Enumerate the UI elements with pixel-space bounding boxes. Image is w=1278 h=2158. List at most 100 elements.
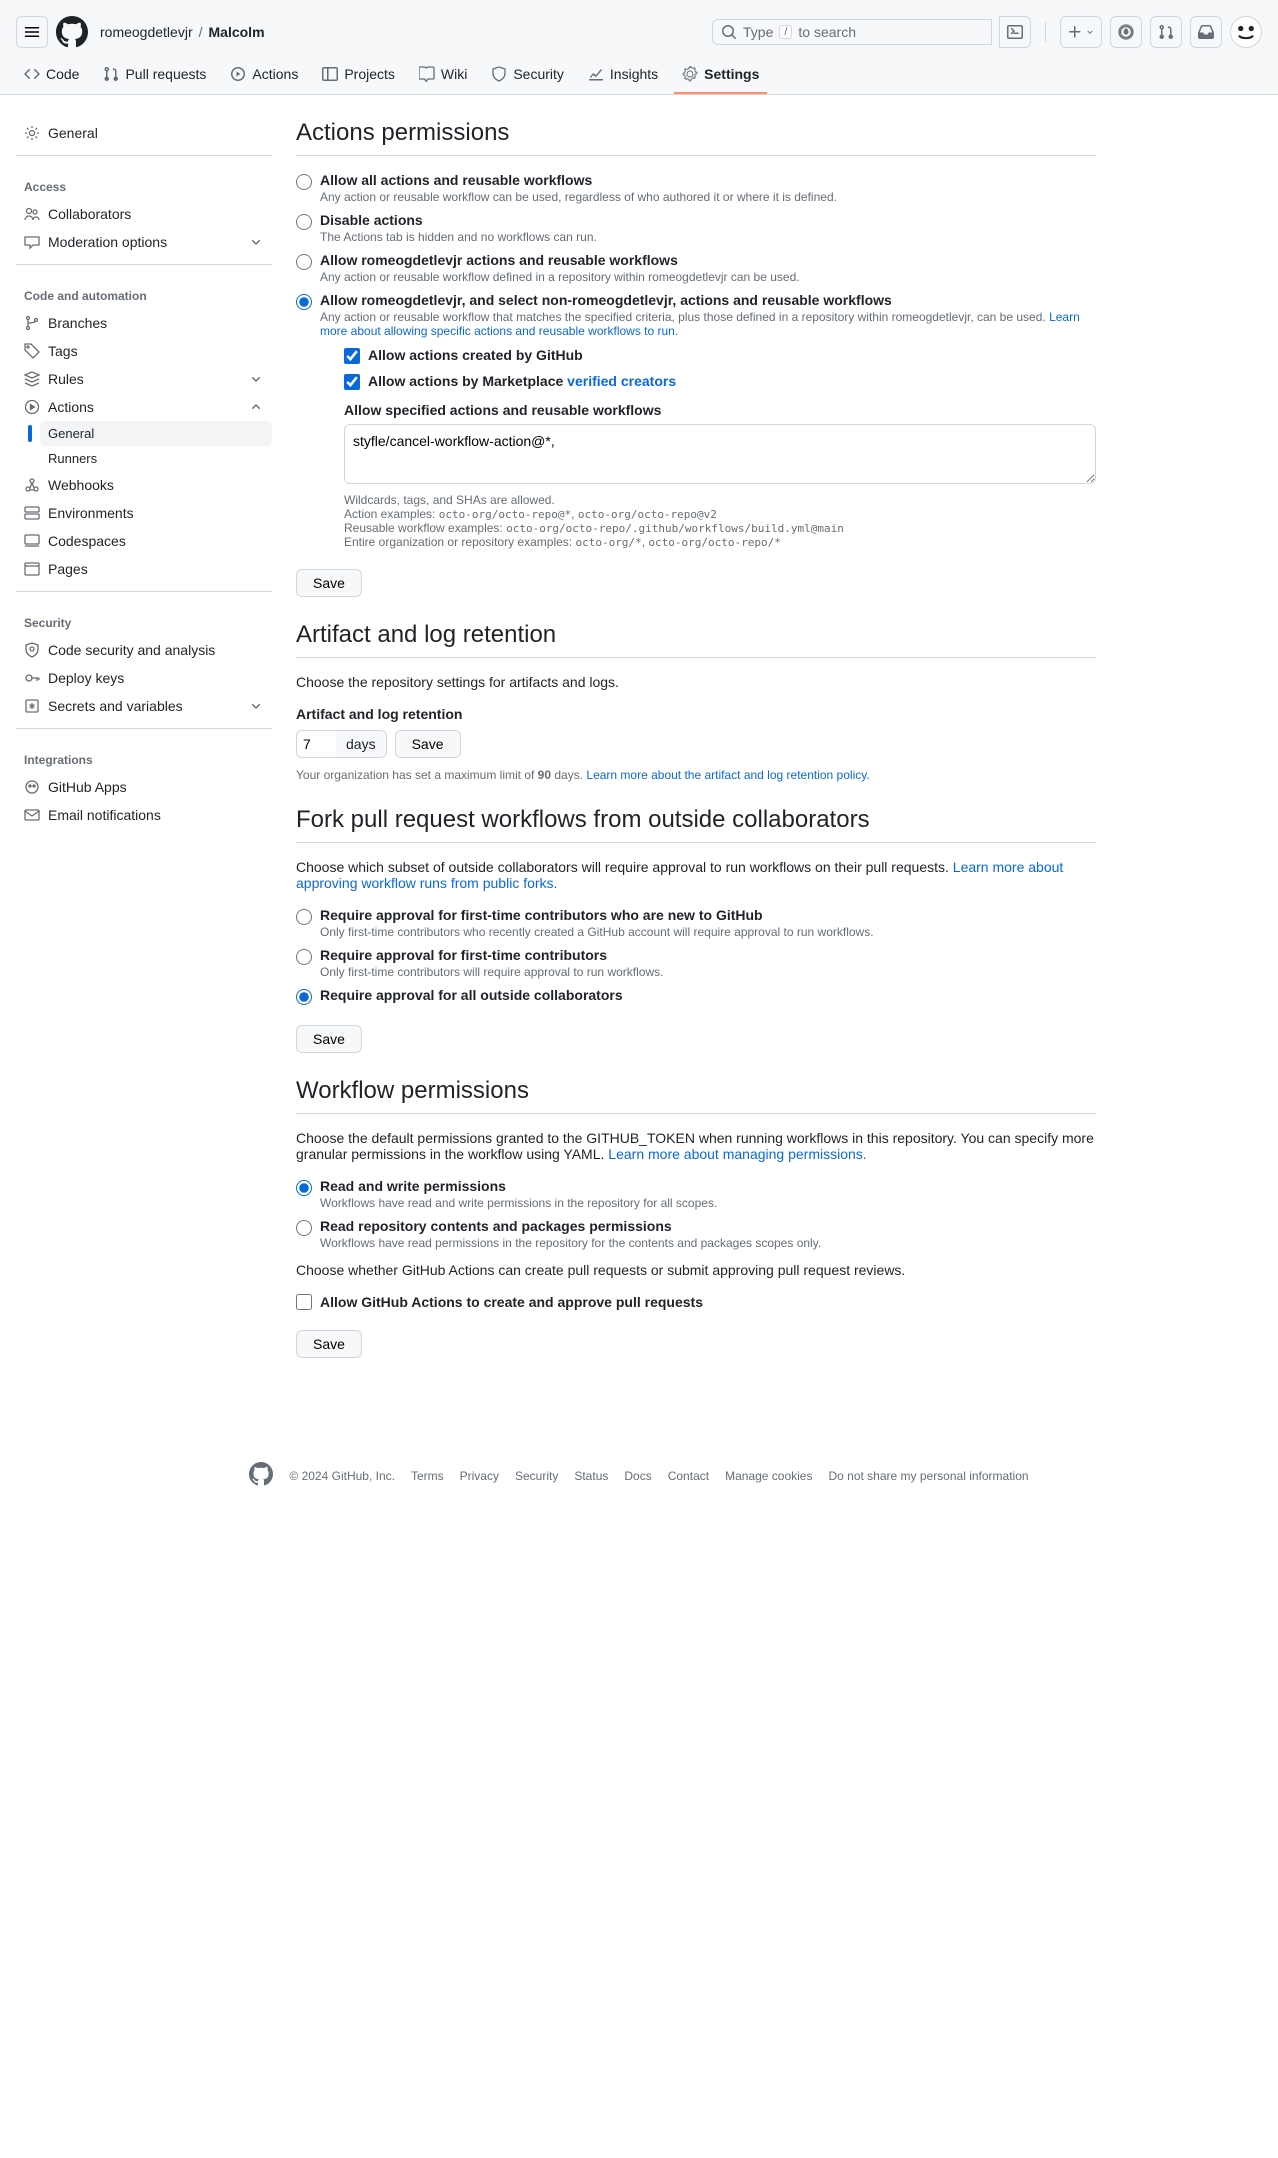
specified-actions-hint: Wildcards, tags, and SHAs are allowed. A… (344, 493, 1096, 549)
plus-icon (1067, 24, 1083, 40)
radio-perms-readwrite[interactable]: Read and write permissions Workflows hav… (296, 1178, 1096, 1210)
sidebar-email-notifications[interactable]: Email notifications (16, 801, 272, 829)
radio-allow-all[interactable]: Allow all actions and reusable workflows… (296, 172, 1096, 204)
radio-allow-select-input[interactable] (296, 294, 312, 310)
nav-wiki[interactable]: Wiki (411, 56, 475, 94)
sidebar-code-security[interactable]: Code security and analysis (16, 636, 272, 664)
fork-desc: Choose which subset of outside collabora… (296, 859, 1096, 891)
nav-settings[interactable]: Settings (674, 56, 767, 94)
webhook-icon (24, 477, 40, 493)
radio-fork-new-github[interactable]: Require approval for first-time contribu… (296, 907, 1096, 939)
sidebar-deploy-keys[interactable]: Deploy keys (16, 664, 272, 692)
radio-perms-readonly-label: Read repository contents and packages pe… (320, 1218, 821, 1234)
radio-fork-all[interactable]: Require approval for all outside collabo… (296, 987, 1096, 1005)
footer-security[interactable]: Security (515, 1469, 558, 1483)
sidebar-github-apps[interactable]: GitHub Apps (16, 773, 272, 801)
footer-docs[interactable]: Docs (624, 1469, 651, 1483)
breadcrumb-owner[interactable]: romeogdetlevjr (100, 24, 193, 40)
fork-title: Fork pull request workflows from outside… (296, 806, 1096, 843)
radio-allow-all-input[interactable] (296, 174, 312, 190)
search-input[interactable]: Type / to search (712, 19, 992, 45)
footer-terms[interactable]: Terms (411, 1469, 444, 1483)
footer-status[interactable]: Status (574, 1469, 608, 1483)
retention-hint: Your organization has set a maximum limi… (296, 768, 1096, 782)
create-new-button[interactable] (1060, 16, 1102, 48)
retention-title: Artifact and log retention (296, 621, 1096, 658)
footer-cookies[interactable]: Manage cookies (725, 1469, 812, 1483)
sidebar-rules[interactable]: Rules (16, 365, 272, 393)
check-allow-marketplace[interactable]: Allow actions by Marketplace verified cr… (344, 372, 1096, 390)
sidebar-actions-general[interactable]: General (40, 421, 272, 446)
radio-disable-input[interactable] (296, 214, 312, 230)
actions-permissions-save-button[interactable]: Save (296, 569, 362, 597)
notifications-button[interactable] (1190, 16, 1222, 48)
nav-insights[interactable]: Insights (580, 56, 666, 94)
nav-code[interactable]: Code (16, 56, 87, 94)
radio-fork-first-time[interactable]: Require approval for first-time contribu… (296, 947, 1096, 979)
app-header: romeogdetlevjr / Malcolm Type / to searc… (0, 0, 1278, 95)
sidebar-environments[interactable]: Environments (16, 499, 272, 527)
radio-allow-select[interactable]: Allow romeogdetlevjr, and select non-rom… (296, 292, 1096, 549)
radio-perms-readonly[interactable]: Read repository contents and packages pe… (296, 1218, 1096, 1250)
nav-projects[interactable]: Projects (314, 56, 403, 94)
breadcrumb-repo[interactable]: Malcolm (209, 24, 265, 40)
sidebar-secrets[interactable]: Secrets and variables (16, 692, 272, 720)
footer-github-logo[interactable] (249, 1462, 273, 1489)
shield-icon (491, 66, 507, 82)
chevron-up-icon (248, 399, 264, 415)
sidebar-pages[interactable]: Pages (16, 555, 272, 583)
retention-save-button[interactable]: Save (395, 730, 461, 758)
radio-fork-new-github-input[interactable] (296, 909, 312, 925)
sidebar-webhooks[interactable]: Webhooks (16, 471, 272, 499)
hamburger-menu-button[interactable] (16, 16, 48, 48)
radio-disable[interactable]: Disable actions The Actions tab is hidde… (296, 212, 1096, 244)
radio-fork-all-input[interactable] (296, 989, 312, 1005)
sidebar-tags[interactable]: Tags (16, 337, 272, 365)
sidebar-collaborators[interactable]: Collaborators (16, 200, 272, 228)
footer-privacy[interactable]: Privacy (460, 1469, 499, 1483)
radio-fork-first-time-input[interactable] (296, 949, 312, 965)
check-allow-pr-input[interactable] (296, 1294, 312, 1310)
sidebar-codespaces[interactable]: Codespaces (16, 527, 272, 555)
pull-request-icon (103, 66, 119, 82)
server-icon (24, 505, 40, 521)
github-logo[interactable] (56, 16, 88, 48)
sidebar-actions-runners[interactable]: Runners (40, 446, 272, 471)
sidebar-branches[interactable]: Branches (16, 309, 272, 337)
command-palette-button[interactable] (999, 16, 1031, 48)
pull-request-icon (1158, 24, 1174, 40)
nav-security[interactable]: Security (483, 56, 572, 94)
nav-pull-requests[interactable]: Pull requests (95, 56, 214, 94)
workflow-perms-save-button[interactable]: Save (296, 1330, 362, 1358)
retention-learn-more-link[interactable]: Learn more about the artifact and log re… (586, 768, 869, 782)
check-allow-github[interactable]: Allow actions created by GitHub (344, 346, 1096, 364)
search-placeholder-prefix: Type (743, 24, 773, 40)
radio-perms-readwrite-input[interactable] (296, 1180, 312, 1196)
radio-perms-readonly-input[interactable] (296, 1220, 312, 1236)
fork-save-button[interactable]: Save (296, 1025, 362, 1053)
sidebar-actions[interactable]: Actions (16, 393, 272, 421)
breadcrumb: romeogdetlevjr / Malcolm (100, 24, 265, 40)
gear-icon (24, 125, 40, 141)
user-avatar[interactable] (1230, 16, 1262, 48)
issues-button[interactable] (1110, 16, 1142, 48)
pull-requests-button[interactable] (1150, 16, 1182, 48)
workflow-perms-learn-more-link[interactable]: Learn more about managing permissions. (608, 1146, 866, 1162)
specified-actions-textarea[interactable]: styfle/cancel-workflow-action@*, (344, 424, 1096, 484)
main-content: Actions permissions Allow all actions an… (296, 119, 1096, 1358)
header-divider (1045, 22, 1046, 42)
footer-contact[interactable]: Contact (668, 1469, 709, 1483)
stack-icon (24, 371, 40, 387)
retention-desc: Choose the repository settings for artif… (296, 674, 1096, 690)
check-allow-github-input[interactable] (344, 348, 360, 364)
radio-allow-owner[interactable]: Allow romeogdetlevjr actions and reusabl… (296, 252, 1096, 284)
check-allow-pr[interactable]: Allow GitHub Actions to create and appro… (296, 1294, 1096, 1310)
verified-creators-link[interactable]: verified creators (567, 373, 676, 389)
radio-allow-owner-input[interactable] (296, 254, 312, 270)
specified-actions-label: Allow specified actions and reusable wor… (344, 402, 1096, 418)
check-allow-marketplace-input[interactable] (344, 374, 360, 390)
nav-actions[interactable]: Actions (222, 56, 306, 94)
sidebar-moderation[interactable]: Moderation options (16, 228, 272, 256)
footer-dont-share[interactable]: Do not share my personal information (828, 1469, 1028, 1483)
sidebar-general[interactable]: General (16, 119, 272, 147)
